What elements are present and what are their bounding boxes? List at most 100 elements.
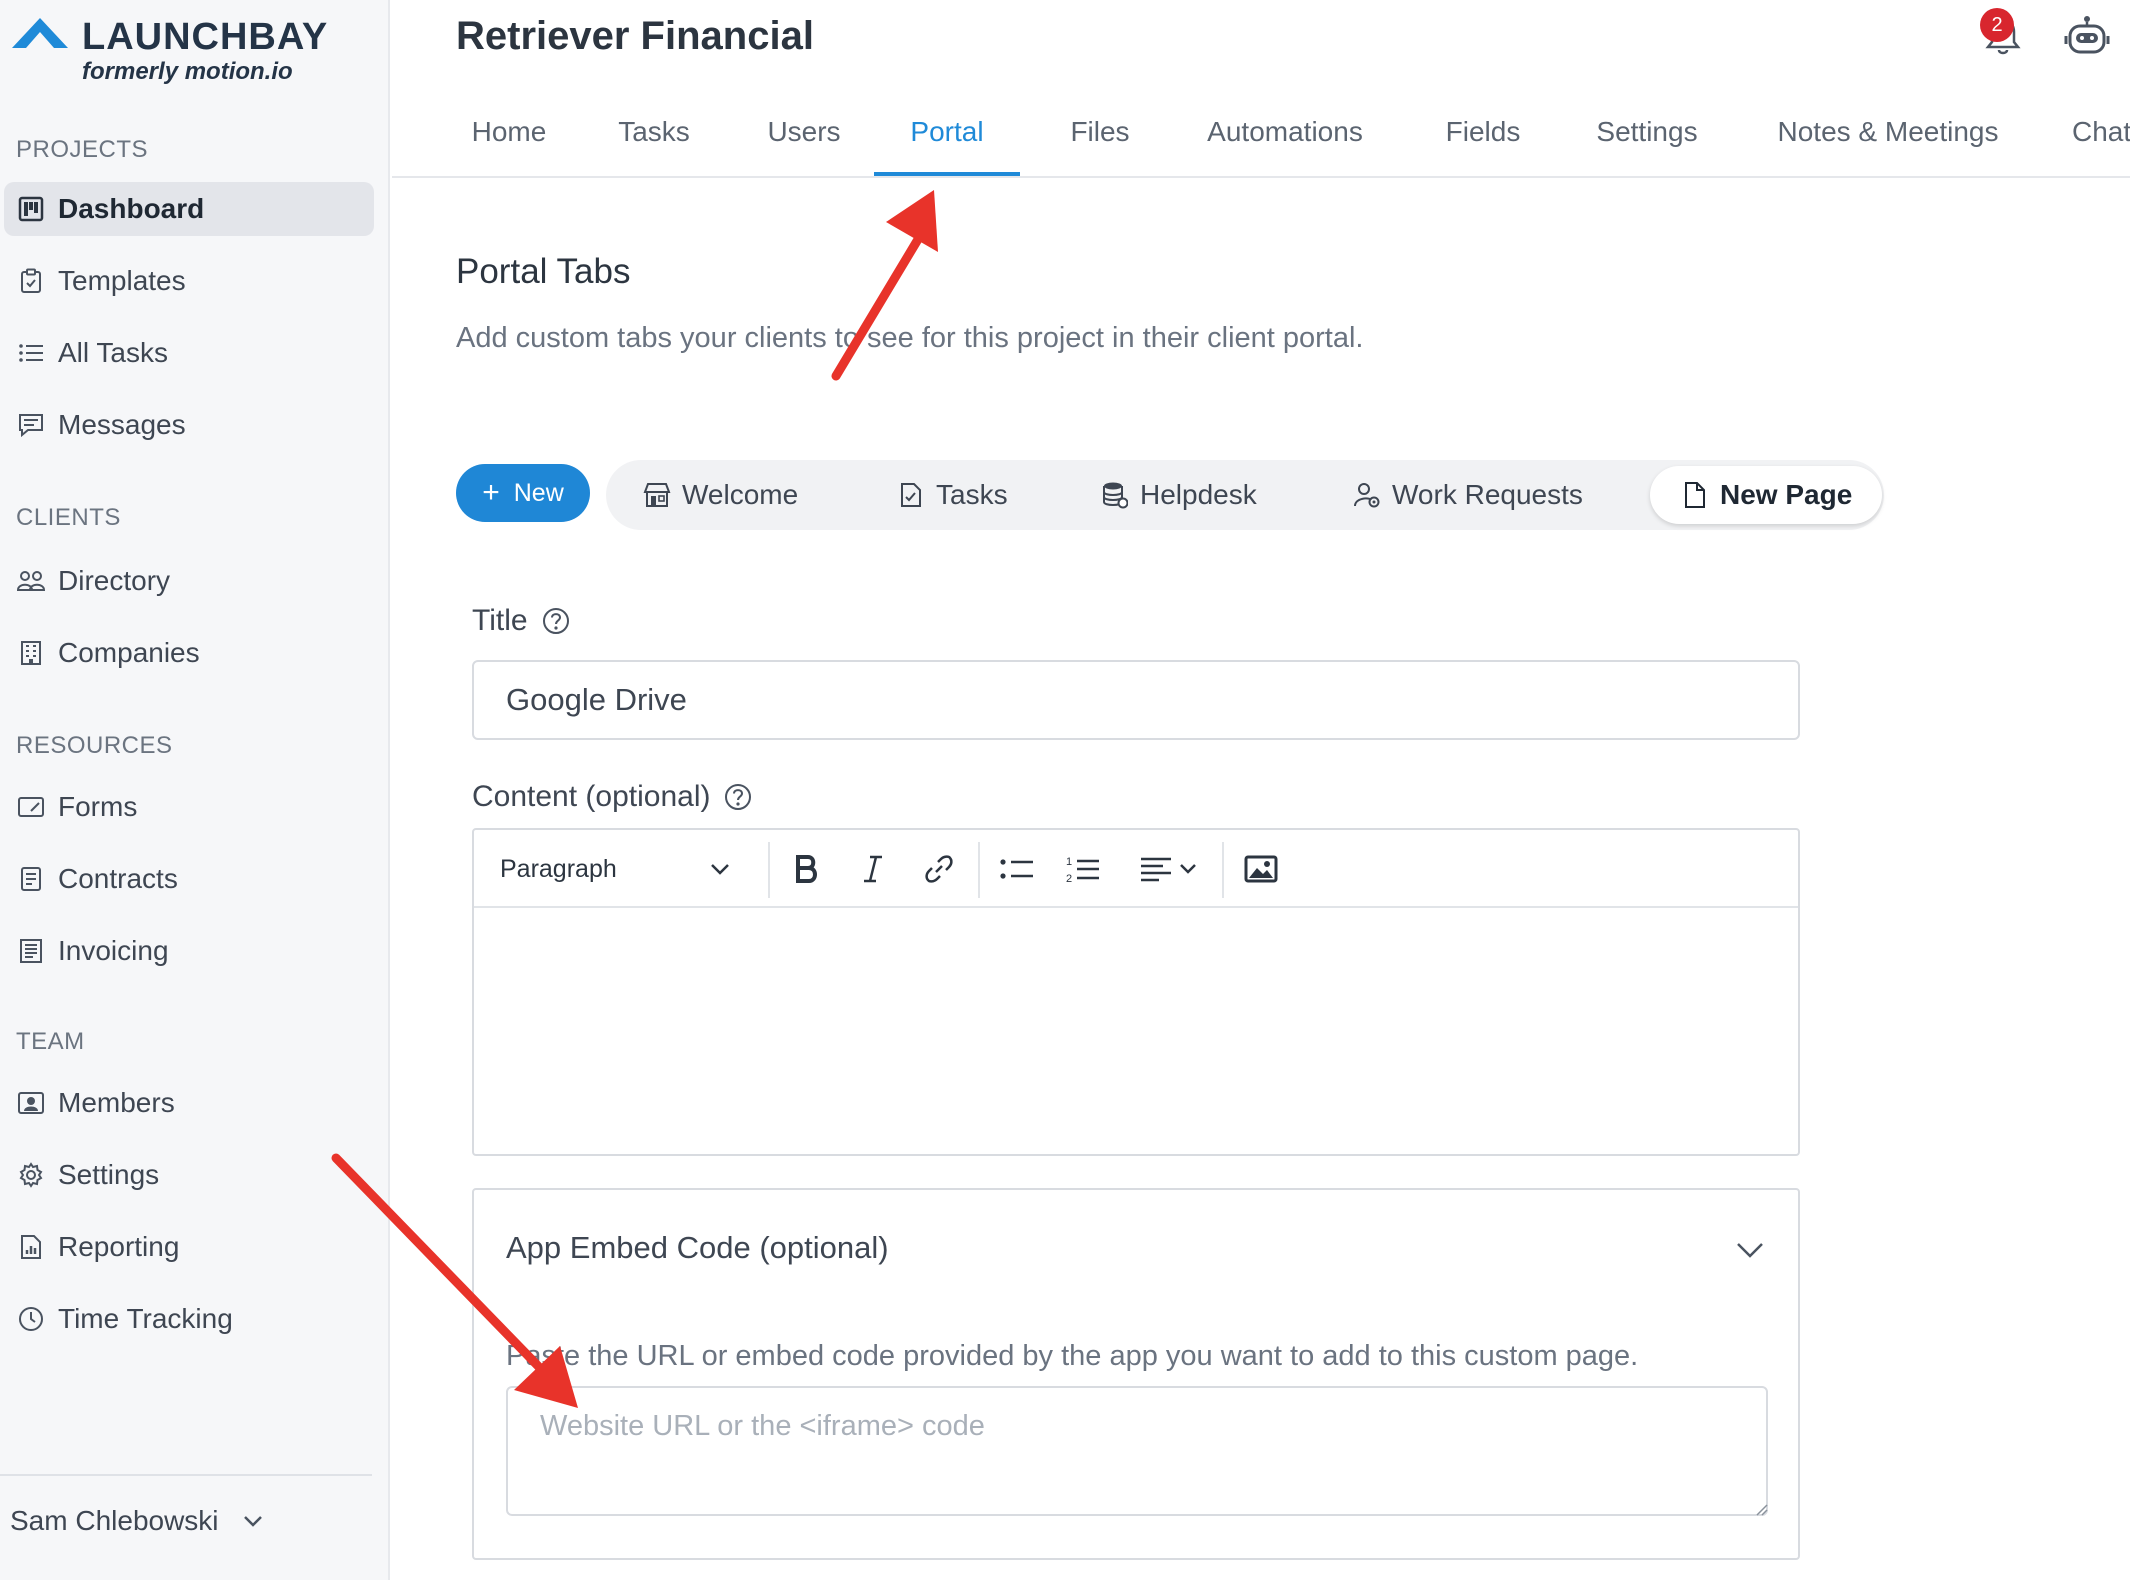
sidebar-item-forms[interactable]: Forms xyxy=(4,780,374,834)
form-icon xyxy=(16,792,46,822)
bold-icon xyxy=(796,855,817,883)
content-label: Content (optional) xyxy=(472,780,752,814)
bulleted-list-icon xyxy=(1000,859,1033,879)
rich-text-editor: Paragraph 12 xyxy=(472,828,1800,1156)
alignment-dropdown[interactable] xyxy=(1130,846,1206,892)
tab-settings[interactable]: Settings xyxy=(1592,106,1702,176)
robot-assistant-icon[interactable] xyxy=(2064,14,2110,58)
portal-tab-welcome[interactable]: Welcome xyxy=(642,466,798,524)
message-icon xyxy=(16,410,46,440)
tab-automations[interactable]: Automations xyxy=(1200,106,1370,176)
tab-portal[interactable]: Portal xyxy=(874,106,1020,176)
sidebar-item-time-tracking[interactable]: Time Tracking xyxy=(4,1292,374,1346)
tab-fields[interactable]: Fields xyxy=(1438,106,1528,176)
sidebar-item-label: Forms xyxy=(58,791,138,822)
storefront-icon xyxy=(642,480,672,510)
people-icon xyxy=(16,566,46,596)
sidebar-item-label: Time Tracking xyxy=(58,1303,233,1334)
tab-tasks[interactable]: Tasks xyxy=(614,106,694,176)
numbered-list-button[interactable]: 12 xyxy=(1060,846,1106,892)
sidebar-item-companies[interactable]: Companies xyxy=(4,626,374,680)
toolbar-divider xyxy=(978,842,980,898)
sidebar-item-label: Messages xyxy=(58,409,186,440)
tab-files[interactable]: Files xyxy=(1064,106,1136,176)
image-icon xyxy=(1244,855,1278,883)
portal-tab-helpdesk[interactable]: Helpdesk xyxy=(1100,466,1257,524)
sidebar-item-messages[interactable]: Messages xyxy=(4,398,374,452)
member-icon xyxy=(16,1088,46,1118)
user-menu[interactable]: Sam Chlebowski xyxy=(10,1498,263,1544)
sidebar-item-settings[interactable]: Settings xyxy=(4,1148,374,1202)
sidebar-item-dashboard[interactable]: Dashboard xyxy=(4,182,374,236)
user-name: Sam Chlebowski xyxy=(10,1505,219,1536)
tab-notes-meetings[interactable]: Notes & Meetings xyxy=(1770,106,2006,176)
sidebar: LAUNCHBAY formerly motion.io PROJECTS Da… xyxy=(0,0,390,1580)
list-icon xyxy=(16,338,46,368)
brand-logo[interactable]: LAUNCHBAY formerly motion.io xyxy=(10,14,370,86)
portal-tab-label: Welcome xyxy=(682,479,799,510)
sidebar-item-label: Dashboard xyxy=(58,193,205,224)
sidebar-item-directory[interactable]: Directory xyxy=(4,554,374,608)
portal-tab-label: New Page xyxy=(1720,479,1853,510)
sidebar-item-invoicing[interactable]: Invoicing xyxy=(4,924,374,978)
page-icon xyxy=(1680,480,1710,510)
section-description: Add custom tabs your clients to see for … xyxy=(456,322,1364,354)
building-icon xyxy=(16,638,46,668)
portal-tab-work-requests[interactable]: Work Requests xyxy=(1352,466,1583,524)
sidebar-item-templates[interactable]: Templates xyxy=(4,254,374,308)
toolbar-divider xyxy=(1222,842,1224,898)
block-format-value: Paragraph xyxy=(500,854,617,883)
invoice-icon xyxy=(16,936,46,966)
editor-content-area[interactable] xyxy=(474,908,1798,1156)
portal-tab-tasks[interactable]: Tasks xyxy=(896,466,1008,524)
numbered-list-icon: 12 xyxy=(1066,856,1099,884)
sidebar-item-contracts[interactable]: Contracts xyxy=(4,852,374,906)
notification-badge: 2 xyxy=(1980,8,2014,42)
sidebar-item-label: All Tasks xyxy=(58,337,168,368)
tab-home[interactable]: Home xyxy=(464,106,554,176)
portal-tab-new-page[interactable]: New Page xyxy=(1650,466,1883,524)
link-icon xyxy=(925,855,953,883)
new-button-label: New xyxy=(513,478,564,507)
chevron-down-icon[interactable] xyxy=(1730,1230,1770,1270)
bold-button[interactable] xyxy=(784,846,830,892)
divider xyxy=(0,1474,372,1476)
content-label-text: Content (optional) xyxy=(472,780,711,813)
app-embed-section: App Embed Code (optional) Paste the URL … xyxy=(472,1188,1800,1560)
portal-tab-label: Helpdesk xyxy=(1140,479,1257,510)
gear-icon xyxy=(16,1160,46,1190)
embed-code-input[interactable] xyxy=(506,1386,1768,1516)
portal-tabs-group: Welcome Tasks Helpdesk Work Requests New… xyxy=(606,460,1884,530)
resize-grip-icon[interactable] xyxy=(1754,1502,1768,1516)
sidebar-item-label: Settings xyxy=(58,1159,160,1190)
sidebar-item-label: Companies xyxy=(58,637,200,668)
tab-chat[interactable]: Chat xyxy=(2072,106,2130,176)
link-button[interactable] xyxy=(916,846,962,892)
sidebar-item-reporting[interactable]: Reporting xyxy=(4,1220,374,1274)
bulleted-list-button[interactable] xyxy=(994,846,1040,892)
person-gear-icon xyxy=(1352,480,1382,510)
help-icon[interactable] xyxy=(724,783,752,811)
help-icon[interactable] xyxy=(542,607,570,635)
title-label: Title xyxy=(472,604,570,638)
sidebar-item-label: Contracts xyxy=(58,863,178,894)
plus-icon: + xyxy=(482,476,500,509)
page-title: Retriever Financial xyxy=(456,14,814,58)
sidebar-item-members[interactable]: Members xyxy=(4,1076,374,1130)
tab-users[interactable]: Users xyxy=(762,106,846,176)
sidebar-item-all-tasks[interactable]: All Tasks xyxy=(4,326,374,380)
new-tab-button[interactable]: + New xyxy=(456,464,590,522)
title-label-text: Title xyxy=(472,604,528,637)
block-format-select[interactable]: Paragraph xyxy=(500,846,730,892)
portal-tab-label: Tasks xyxy=(936,479,1008,510)
sidebar-item-label: Templates xyxy=(58,265,186,296)
brand-subtitle: formerly motion.io xyxy=(82,58,293,85)
chevron-down-icon xyxy=(1180,864,1196,874)
sidebar-item-label: Invoicing xyxy=(58,935,169,966)
insert-image-button[interactable] xyxy=(1238,846,1284,892)
italic-button[interactable] xyxy=(850,846,896,892)
title-input[interactable] xyxy=(472,660,1800,740)
editor-toolbar: Paragraph 12 xyxy=(474,830,1798,908)
sidebar-item-label: Members xyxy=(58,1087,175,1118)
brand-name: LAUNCHBAY xyxy=(82,16,329,58)
